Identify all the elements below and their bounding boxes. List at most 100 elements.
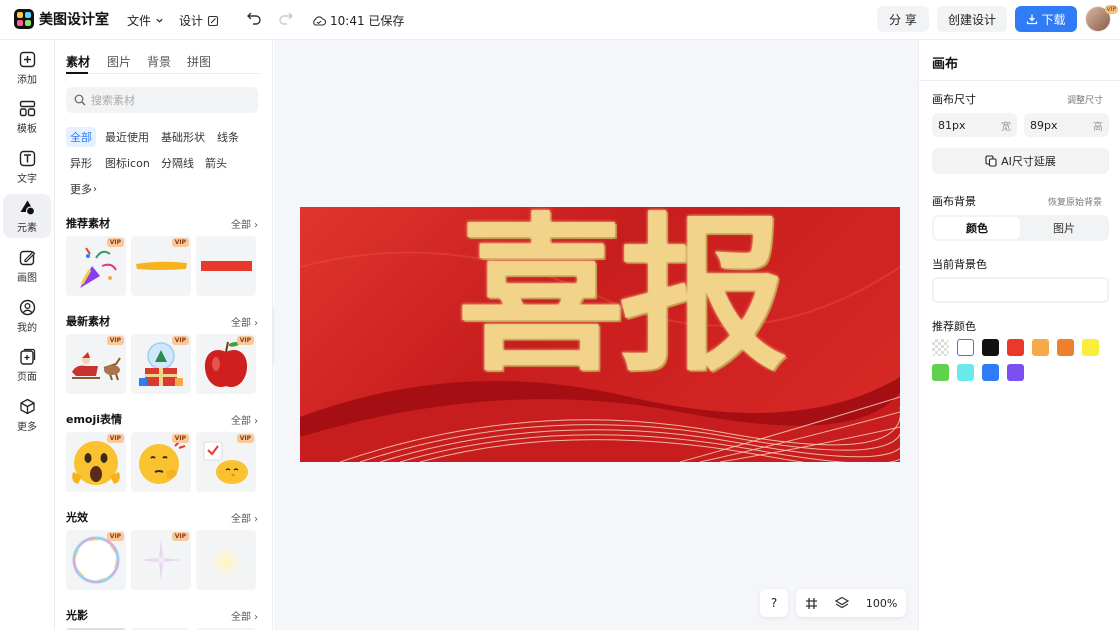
vip-badge: VIP	[236, 336, 254, 345]
file-menu[interactable]: 文件	[127, 12, 164, 29]
vip-badge: VIP	[236, 434, 254, 443]
tab-active-underline	[66, 72, 88, 74]
download-button[interactable]: 下载	[1015, 6, 1077, 32]
color-swatch[interactable]	[982, 339, 999, 356]
nav-pages-label: 页面	[17, 371, 37, 383]
asset-scared-emoji[interactable]: VIP	[66, 432, 126, 492]
chip-irregular[interactable]: 异形	[66, 153, 96, 173]
left-nav: 添加 模板 文字 元素 画图 我的 页面 更多	[0, 40, 55, 630]
section-all-link[interactable]: 全部 ›	[231, 412, 258, 427]
design-rename[interactable]: 设计	[179, 12, 219, 29]
asset-chick-emoji[interactable]: VIP	[196, 432, 256, 492]
asset-party-popper[interactable]: VIP	[66, 236, 126, 296]
canvas-workspace[interactable]: 喜报 ? 100%	[274, 40, 918, 630]
asset-search[interactable]	[66, 87, 258, 113]
color-swatch[interactable]	[932, 364, 949, 381]
chip-dividers[interactable]: 分隔线	[157, 153, 198, 173]
chip-basic-shapes[interactable]: 基础形状	[157, 127, 209, 147]
create-design-button[interactable]: 创建设计	[937, 6, 1007, 32]
asset-bubble-ring[interactable]: VIP	[66, 530, 126, 590]
color-swatch[interactable]	[957, 364, 974, 381]
width-field[interactable]: 81px 宽	[932, 113, 1017, 137]
section-all-link[interactable]: 全部 ›	[231, 510, 258, 525]
headline-text[interactable]: 喜报	[457, 211, 787, 379]
ai-resize-button[interactable]: AI尺寸延展	[932, 148, 1109, 174]
search-icon	[74, 94, 86, 106]
color-swatch[interactable]	[1057, 339, 1074, 356]
asset-red-stroke[interactable]	[196, 236, 256, 296]
asset-soft-glow[interactable]	[196, 530, 256, 590]
color-swatch[interactable]	[957, 339, 974, 356]
save-status: 10:41 已保存	[312, 12, 404, 29]
nav-text[interactable]: 文字	[3, 145, 51, 189]
tab-backgrounds[interactable]: 背景	[147, 53, 171, 70]
chip-all[interactable]: 全部	[66, 127, 96, 147]
asset-thinking-emoji[interactable]: VIP	[131, 432, 191, 492]
height-field[interactable]: 89px 高	[1024, 113, 1109, 137]
nav-draw[interactable]: 画图	[3, 244, 51, 288]
canvas-size-label: 画布尺寸	[932, 93, 976, 106]
layers-icon[interactable]	[834, 596, 849, 610]
nav-templates[interactable]: 模板	[3, 95, 51, 139]
app-logo[interactable]: 美图设计室	[14, 9, 109, 29]
current-bg-color-field[interactable]	[932, 277, 1109, 303]
chip-arrows[interactable]: 箭头	[201, 153, 231, 173]
height-unit: 高	[1093, 121, 1103, 133]
asset-red-apple[interactable]: VIP	[196, 334, 256, 394]
vip-badge: VIP	[106, 336, 124, 345]
section-all-link[interactable]: 全部 ›	[231, 216, 258, 231]
shapes-icon	[20, 200, 35, 216]
chip-recent[interactable]: 最近使用	[101, 127, 153, 147]
nav-text-label: 文字	[17, 173, 37, 185]
asset-sparkle[interactable]: VIP	[131, 530, 191, 590]
help-label: ?	[770, 596, 778, 610]
asset-yellow-stroke[interactable]: VIP	[131, 236, 191, 296]
redo-icon[interactable]	[278, 10, 294, 26]
share-button[interactable]: 分 享	[877, 6, 929, 32]
nav-elements[interactable]: 元素	[3, 194, 51, 238]
color-swatch[interactable]	[932, 339, 949, 356]
tab-images[interactable]: 图片	[107, 53, 131, 70]
color-swatch[interactable]	[1032, 339, 1049, 356]
nav-add[interactable]: 添加	[3, 46, 51, 90]
nav-templates-label: 模板	[17, 123, 37, 135]
ai-resize-label: AI尺寸延展	[1001, 155, 1056, 168]
color-swatch[interactable]	[1007, 339, 1024, 356]
download-label: 下载	[1041, 12, 1066, 27]
plus-square-icon	[19, 51, 35, 67]
pencil-icon	[19, 250, 35, 265]
grid-icon[interactable]	[805, 597, 818, 610]
help-button[interactable]: ?	[760, 589, 788, 617]
undo-icon[interactable]	[246, 10, 262, 26]
nav-pages[interactable]: 页面	[3, 343, 51, 387]
page-add-icon	[19, 348, 35, 365]
asset-santa-sleigh[interactable]: VIP	[66, 334, 126, 394]
section-all-link[interactable]: 全部 ›	[231, 608, 258, 623]
restore-bg-link[interactable]: 恢复原始背景	[1048, 195, 1102, 208]
tab-collage[interactable]: 拼图	[187, 53, 211, 70]
section-title: 光影	[66, 609, 88, 622]
bg-type-image[interactable]: 图片	[1021, 217, 1107, 239]
resize-link[interactable]: 调整尺寸	[1067, 93, 1103, 106]
panel-title: 画布	[932, 57, 959, 72]
chip-lines[interactable]: 线条	[213, 127, 243, 147]
nav-mine[interactable]: 我的	[3, 294, 51, 338]
tab-materials[interactable]: 素材	[66, 53, 90, 70]
height-value: 89px	[1030, 118, 1058, 132]
color-swatch[interactable]	[1082, 339, 1099, 356]
asset-snow-globe[interactable]: VIP	[131, 334, 191, 394]
nav-draw-label: 画图	[17, 272, 37, 284]
section-all-link[interactable]: 全部 ›	[231, 314, 258, 329]
nav-more[interactable]: 更多	[3, 393, 51, 437]
chip-more[interactable]: 更多 ›	[66, 179, 101, 199]
color-swatch[interactable]	[982, 364, 999, 381]
search-input[interactable]	[91, 93, 241, 107]
chip-icons[interactable]: 图标icon	[101, 153, 154, 173]
zoom-level[interactable]: 100%	[866, 597, 897, 610]
color-swatch[interactable]	[1007, 364, 1024, 381]
recommend-colors-label: 推荐颜色	[932, 320, 976, 333]
bg-type-color[interactable]: 颜色	[934, 217, 1020, 239]
avatar[interactable]: VIP	[1085, 5, 1118, 32]
file-menu-label: 文件	[127, 14, 152, 28]
design-canvas[interactable]: 喜报	[300, 207, 900, 462]
